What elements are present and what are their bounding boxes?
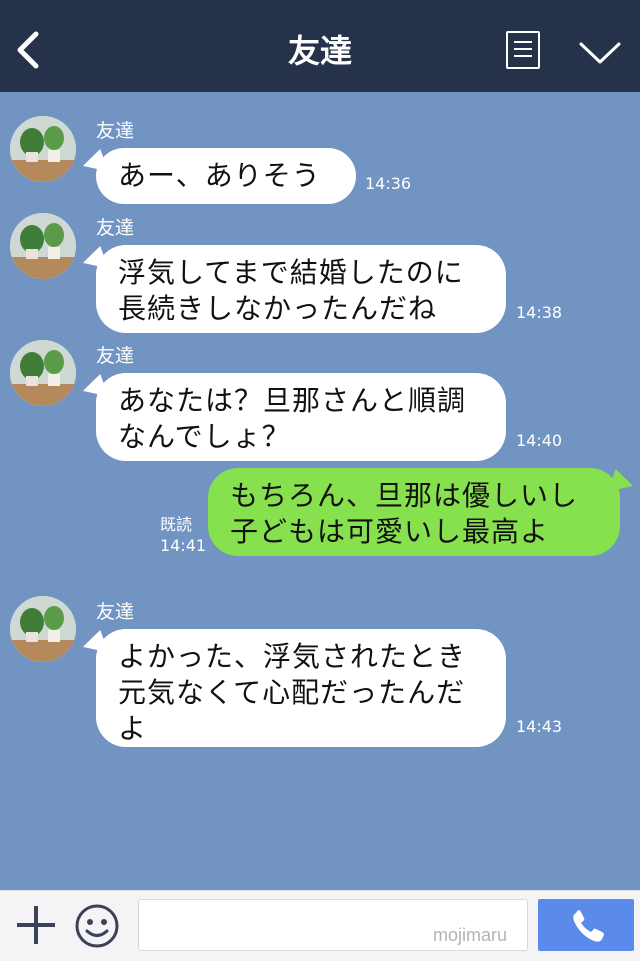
sender-name: 友達: [96, 217, 135, 239]
avatar-plant-icon: [10, 213, 76, 279]
message-time: 14:36: [365, 174, 412, 193]
sender-name: 友達: [96, 345, 135, 367]
plus-icon[interactable]: [14, 903, 58, 947]
avatar-plant-icon: [10, 116, 76, 182]
message-bubble: あー、ありそう: [96, 148, 356, 204]
avatar-plant-icon: [10, 340, 76, 406]
avatar[interactable]: [10, 116, 76, 182]
chat-title: 友達: [287, 32, 352, 70]
avatar[interactable]: [10, 596, 76, 662]
avatar-plant-icon: [10, 596, 76, 662]
my-message-bubble: もちろん、旦那は優しいし 子どもは可愛いし最高よ: [208, 468, 620, 556]
read-label: 既読: [160, 515, 193, 534]
chevron-down-icon[interactable]: [578, 38, 622, 68]
message-bubble: あなたは？旦那さんと順調 なんでしょ？: [96, 373, 506, 461]
sender-name: 友達: [96, 601, 135, 623]
message-time: 14:41: [160, 536, 207, 555]
read-status: 既読 14:41: [160, 514, 206, 556]
menu-list-icon[interactable]: [506, 31, 540, 69]
message-bubble: 浮気してまで結婚したのに 長続きしなかったんだね: [96, 245, 506, 333]
message-time: 14:38: [516, 303, 563, 322]
chat-header: 友達: [0, 0, 640, 92]
message-time: 14:43: [516, 717, 563, 736]
sender-name: 友達: [96, 120, 135, 142]
message-bubble: よかった、浮気されたとき 元気なくて心配だったんだ よ: [96, 629, 506, 747]
watermark: mojimaru: [433, 925, 508, 945]
input-bar: mojimaru: [0, 890, 640, 961]
phone-icon: [573, 910, 604, 942]
avatar[interactable]: [10, 340, 76, 406]
avatar[interactable]: [10, 213, 76, 279]
emoji-icon[interactable]: [74, 903, 120, 949]
message-time: 14:40: [516, 431, 563, 450]
call-button[interactable]: [538, 899, 634, 951]
